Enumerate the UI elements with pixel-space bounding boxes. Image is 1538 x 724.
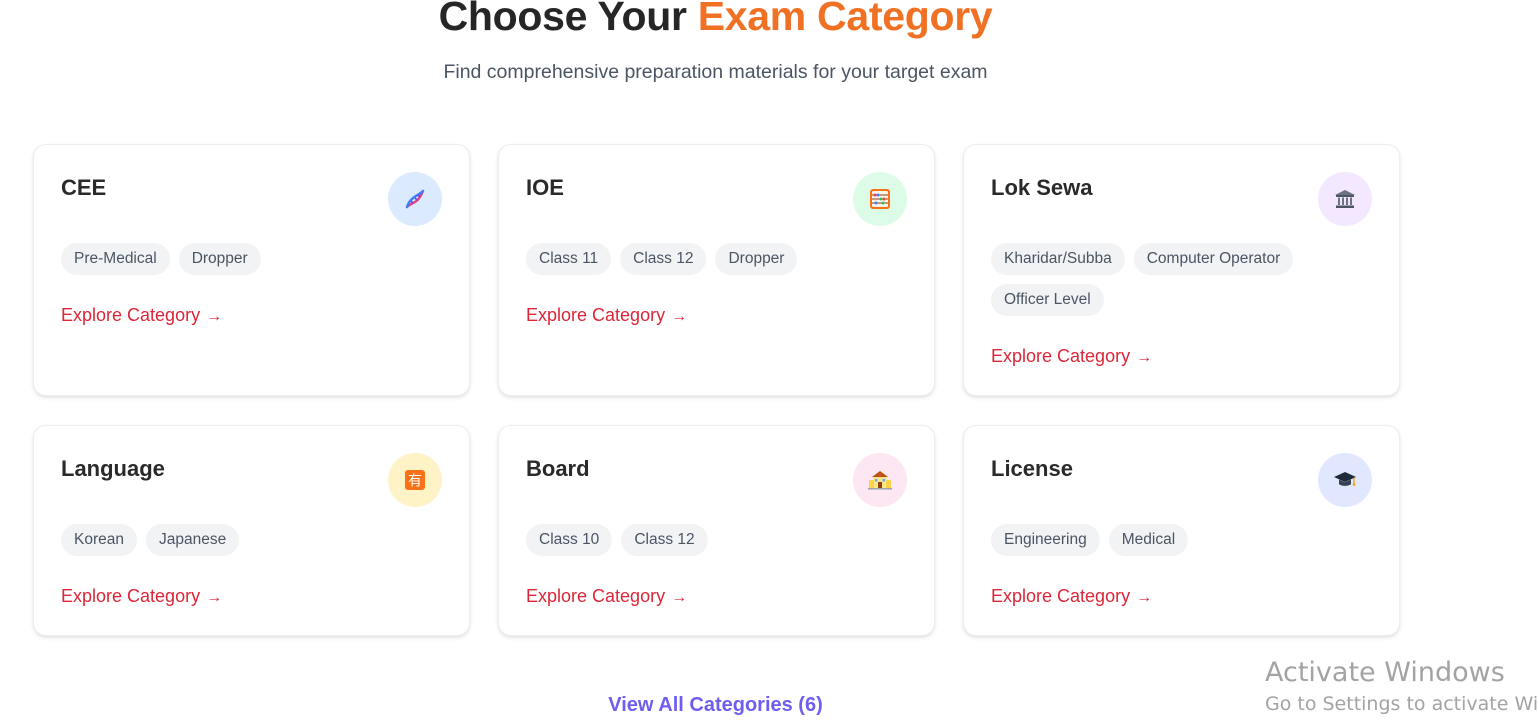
category-card-cee[interactable]: CEE Pre-Medical Dropper Explore Category…: [33, 144, 470, 396]
category-card-lok-sewa[interactable]: Lok Sewa Kharidar/Subba Computer Operato…: [963, 144, 1400, 396]
arrow-right-icon: →: [1136, 349, 1153, 366]
category-title: IOE: [526, 175, 564, 200]
explore-category-link[interactable]: Explore Category →: [991, 586, 1152, 607]
view-all-categories-link[interactable]: View All Categories (6): [0, 694, 1431, 717]
tag: Dropper: [715, 243, 798, 275]
tag: Pre-Medical: [61, 243, 170, 275]
category-title: License: [991, 456, 1073, 481]
page-title-accent: Exam Category: [697, 0, 993, 39]
tag: Officer Level: [991, 284, 1104, 316]
explore-category-link[interactable]: Explore Category →: [61, 305, 222, 326]
tag: Class 12: [621, 524, 708, 556]
government-building-icon: [1318, 172, 1372, 226]
svg-text:有: 有: [408, 474, 422, 490]
category-title: Board: [526, 456, 590, 481]
tag-list: Engineering Medical: [991, 524, 1329, 556]
tag-list: Kharidar/Subba Computer Operator Officer…: [991, 243, 1329, 316]
category-card-license[interactable]: License Engineering Medical Explore Cate…: [963, 425, 1400, 636]
japanese-character-icon: 有: [388, 453, 442, 507]
category-card-ioe[interactable]: IOE Class 11 Class 12 Dropper Explore Ca…: [498, 144, 935, 396]
category-card-language[interactable]: Language 有 Korean Japanese Explore Categ…: [33, 425, 470, 636]
tag-list: Pre-Medical Dropper: [61, 243, 399, 275]
explore-label: Explore Category: [526, 305, 666, 325]
graduation-cap-icon: [1318, 453, 1372, 507]
tag-list: Class 10 Class 12: [526, 524, 864, 556]
page-subtitle: Find comprehensive preparation materials…: [443, 61, 988, 83]
explore-label: Explore Category: [991, 586, 1131, 606]
school-building-icon: [853, 453, 907, 507]
tag: Class 11: [526, 243, 612, 275]
dna-icon: [388, 172, 442, 226]
activate-windows-watermark-subtitle: Go to Settings to activate Windows.: [1265, 693, 1538, 715]
explore-category-link[interactable]: Explore Category →: [991, 346, 1152, 367]
tag-list: Korean Japanese: [61, 524, 399, 556]
category-title: Lok Sewa: [991, 175, 1093, 200]
explore-label: Explore Category: [61, 586, 201, 606]
explore-category-link[interactable]: Explore Category →: [61, 586, 222, 607]
explore-label: Explore Category: [991, 346, 1131, 366]
tag: Engineering: [991, 524, 1100, 556]
arrow-right-icon: →: [206, 308, 223, 325]
explore-label: Explore Category: [61, 305, 201, 325]
tag: Medical: [1108, 524, 1189, 556]
tag: Computer Operator: [1133, 243, 1294, 275]
tag: Japanese: [145, 524, 240, 556]
tag: Dropper: [178, 243, 261, 275]
arrow-right-icon: →: [671, 308, 688, 325]
explore-category-link[interactable]: Explore Category →: [526, 305, 687, 326]
explore-category-link[interactable]: Explore Category →: [526, 586, 687, 607]
page-title: Choose Your Exam Category: [0, 0, 1431, 40]
arrow-right-icon: →: [206, 589, 223, 606]
tag: Class 12: [620, 243, 707, 275]
abacus-icon: [853, 172, 907, 226]
arrow-right-icon: →: [1136, 589, 1153, 606]
tag: Korean: [61, 524, 137, 556]
tag: Kharidar/Subba: [991, 243, 1125, 275]
tag: Class 10: [526, 524, 613, 556]
category-title: CEE: [61, 175, 107, 200]
tag-list: Class 11 Class 12 Dropper: [526, 243, 864, 275]
explore-label: Explore Category: [526, 586, 666, 606]
activate-windows-watermark-title: Activate Windows: [1265, 657, 1505, 688]
page-title-main: Choose Your: [438, 0, 687, 39]
category-title: Language: [61, 456, 165, 481]
arrow-right-icon: →: [671, 589, 688, 606]
category-card-board[interactable]: Board Class 10 Class 12 Explore Category…: [498, 425, 935, 636]
